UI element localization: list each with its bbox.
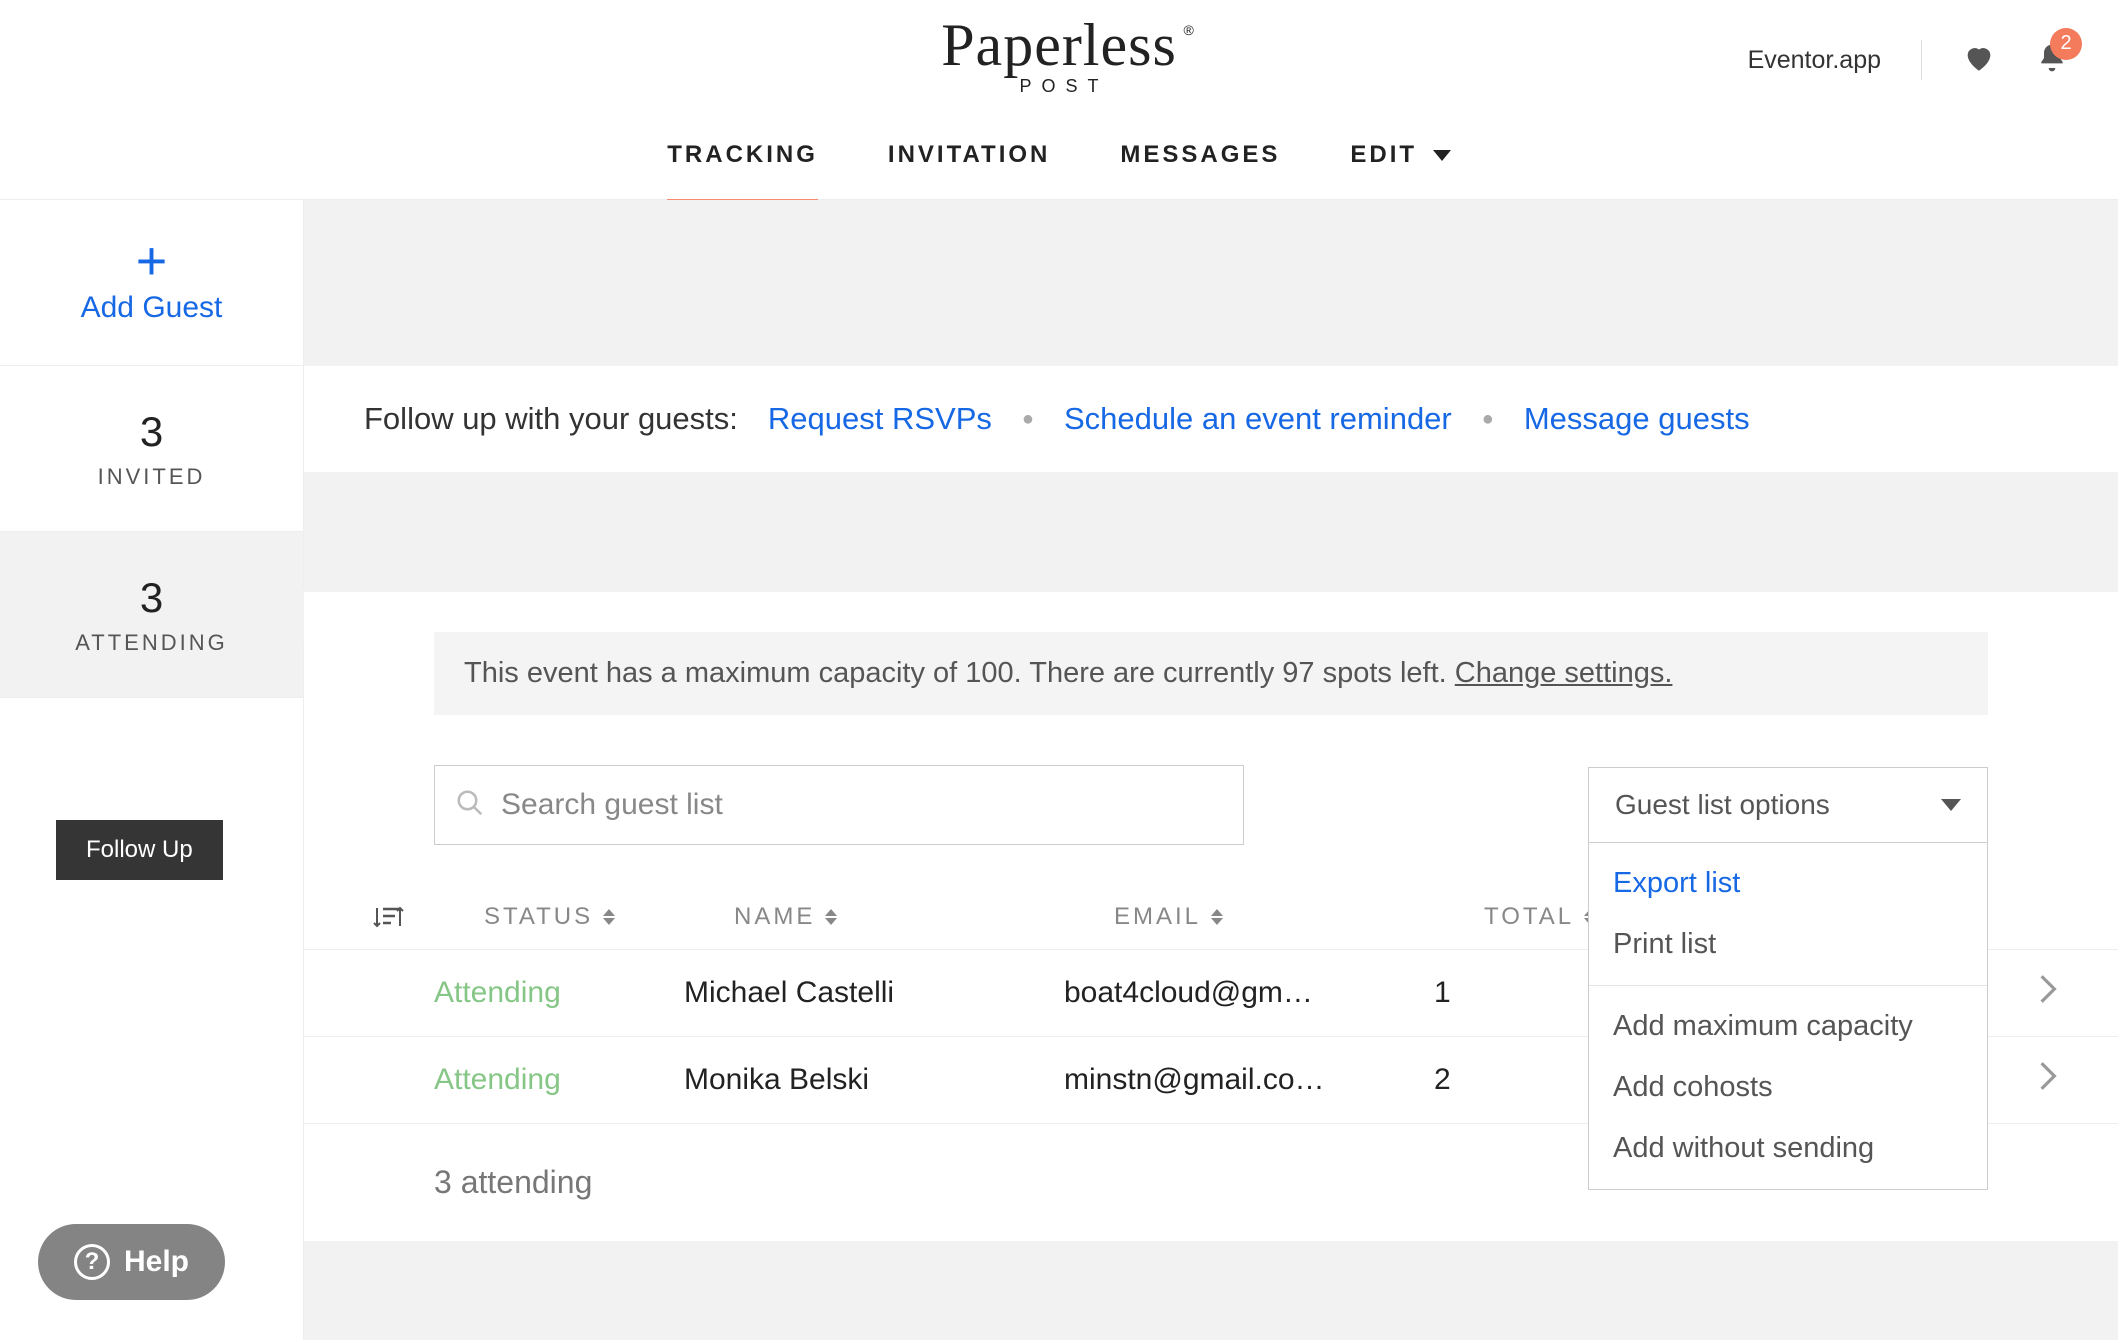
option-print-list[interactable]: Print list [1589, 914, 1987, 975]
options-label: Guest list options [1615, 789, 1830, 821]
cell-status: Attending [434, 1063, 684, 1097]
cell-total: 1 [1434, 976, 1594, 1010]
invited-count: 3 [140, 408, 163, 456]
chevron-right-icon [2038, 973, 2058, 1013]
search-input[interactable] [501, 788, 1223, 822]
row-sort-icon[interactable] [364, 904, 414, 930]
plus-icon: + [136, 240, 168, 283]
search-icon [455, 788, 485, 823]
sidebar-item-invited[interactable]: 3 INVITED [0, 366, 303, 532]
caret-down-icon [1941, 799, 1961, 811]
dot-separator: ● [1482, 408, 1494, 431]
dot-separator: ● [1022, 408, 1034, 431]
option-add-capacity[interactable]: Add maximum capacity [1589, 996, 1987, 1057]
sidebar: + Add Guest 3 INVITED 3 ATTENDING Follow… [0, 200, 304, 1340]
attending-label: ATTENDING [75, 630, 227, 656]
col-header-name[interactable]: NAME [734, 903, 1114, 931]
follow-up-button[interactable]: Follow Up [56, 820, 223, 880]
guest-list-panel: This event has a maximum capacity of 100… [304, 592, 2118, 1241]
sidebar-item-attending[interactable]: 3 ATTENDING [0, 532, 303, 698]
search-input-wrap[interactable] [434, 765, 1244, 845]
capacity-text: This event has a maximum capacity of 100… [464, 657, 1455, 689]
link-schedule-reminder[interactable]: Schedule an event reminder [1064, 401, 1452, 437]
main-nav: TRACKING INVITATION MESSAGES EDIT [0, 110, 2118, 200]
guest-list-options: Guest list options Export list Print lis… [1588, 767, 1988, 843]
list-toolbar: Guest list options Export list Print lis… [434, 765, 1988, 845]
sort-icon [603, 909, 615, 925]
bell-icon [2036, 61, 2068, 78]
main-panel: Follow up with your guests: Request RSVP… [304, 200, 2118, 1340]
cell-email: minstn@gmail.co… [1064, 1063, 1434, 1097]
sort-icon [825, 909, 837, 925]
cell-status: Attending [434, 976, 684, 1010]
app-label[interactable]: Eventor.app [1748, 46, 1881, 75]
cell-total: 2 [1434, 1063, 1594, 1097]
caret-down-icon [1433, 150, 1451, 161]
capacity-bar: This event has a maximum capacity of 100… [434, 632, 1988, 715]
option-export-list[interactable]: Export list [1589, 853, 1987, 914]
col-header-status[interactable]: STATUS [484, 903, 734, 931]
tab-tracking[interactable]: TRACKING [667, 109, 818, 201]
add-guest-button[interactable]: + Add Guest [0, 200, 303, 366]
brand-sub: POST [951, 76, 1177, 97]
options-select[interactable]: Guest list options [1588, 767, 1988, 843]
app-header: Paperless® POST Eventor.app 2 [0, 0, 2118, 110]
invited-label: INVITED [98, 464, 206, 490]
tab-edit[interactable]: EDIT [1350, 109, 1450, 201]
tab-messages[interactable]: MESSAGES [1120, 109, 1280, 201]
header-right: Eventor.app 2 [1748, 40, 2068, 80]
tab-invitation[interactable]: INVITATION [888, 109, 1050, 201]
option-add-cohosts[interactable]: Add cohosts [1589, 1057, 1987, 1118]
heart-icon[interactable] [1962, 41, 1996, 80]
brand-top: Paperless® [941, 24, 1177, 66]
col-header-email[interactable]: EMAIL [1114, 903, 1484, 931]
link-message-guests[interactable]: Message guests [1524, 401, 1750, 437]
option-add-without-sending[interactable]: Add without sending [1589, 1118, 1987, 1179]
followup-lead: Follow up with your guests: [364, 401, 738, 437]
cell-name: Michael Castelli [684, 976, 1064, 1010]
followup-bar: Follow up with your guests: Request RSVP… [304, 366, 2118, 472]
options-dropdown: Export list Print list Add maximum capac… [1588, 843, 1988, 1190]
cell-email: boat4cloud@gm… [1064, 976, 1434, 1010]
sort-icon [1211, 909, 1223, 925]
help-button[interactable]: ? Help [38, 1224, 225, 1300]
link-request-rsvps[interactable]: Request RSVPs [768, 401, 992, 437]
divider [1921, 40, 1922, 80]
attending-count: 3 [140, 574, 163, 622]
change-settings-link[interactable]: Change settings. [1455, 657, 1673, 689]
brand-logo[interactable]: Paperless® POST [941, 24, 1177, 97]
question-icon: ? [74, 1244, 110, 1280]
chevron-right-icon [2038, 1060, 2058, 1100]
add-guest-label: Add Guest [81, 291, 223, 325]
tab-edit-label: EDIT [1350, 141, 1417, 168]
help-label: Help [124, 1245, 189, 1279]
cell-name: Monika Belski [684, 1063, 1064, 1097]
notification-badge: 2 [2050, 28, 2082, 60]
notifications[interactable]: 2 [2036, 42, 2068, 79]
